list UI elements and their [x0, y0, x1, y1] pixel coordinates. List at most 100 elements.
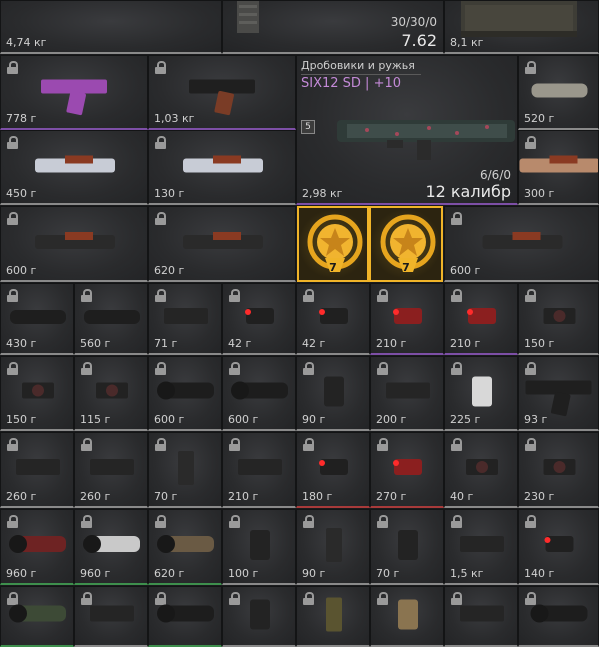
inventory-item-slot[interactable]: 130 г — [148, 130, 296, 205]
inventory-item-slot[interactable]: 430 г — [0, 283, 74, 355]
inventory-item-slot[interactable]: 90 г — [296, 356, 370, 431]
item-weight: 600 г — [450, 264, 481, 277]
item-weight: 180 г — [302, 490, 333, 503]
item-weight: 115 г — [80, 413, 111, 426]
scope-green-icon — [9, 604, 66, 623]
item-weight: 4,74 кг — [6, 36, 47, 49]
item-weight: 71 г — [154, 337, 178, 350]
inventory-item-slot[interactable]: 93 г — [518, 356, 599, 431]
inventory-item-slot[interactable] — [148, 586, 222, 647]
inventory-item-slot[interactable]: 42 г — [222, 283, 296, 355]
scope-digital-icon — [157, 604, 214, 623]
inventory-item-slot[interactable]: 560 г — [74, 283, 148, 355]
inventory-item-slot[interactable]: 71 г — [148, 283, 222, 355]
inventory-item-slot[interactable]: 960 г — [74, 509, 148, 585]
magazine-green-icon — [326, 597, 342, 632]
item-weight: 1,5 кг — [450, 567, 484, 580]
inventory-item-slot[interactable]: 1,5 кг — [444, 509, 518, 585]
inventory-item-slot[interactable]: 960 г — [0, 509, 74, 585]
inventory-item-slot[interactable] — [370, 586, 444, 647]
inventory-item-slot[interactable] — [518, 586, 599, 647]
inventory-grid: 4,74 кг 30/30/0 7.62 8,1 кг Дробовики и … — [0, 0, 599, 647]
weapon-name: SIX12 SD | +10 — [301, 76, 402, 91]
item-weight: 260 г — [80, 490, 111, 503]
mount-3-icon — [460, 605, 504, 622]
crate-icon — [461, 1, 577, 37]
foregrip-2-icon — [250, 599, 270, 630]
item-weight: 300 г — [524, 187, 555, 200]
item-weight: 600 г — [154, 413, 185, 426]
inventory-item-slot[interactable]: 260 г — [74, 432, 148, 508]
inventory-item-slot[interactable] — [296, 586, 370, 647]
inventory-item-slot[interactable]: 180 г — [296, 432, 370, 508]
inventory-item-slot[interactable] — [74, 586, 148, 647]
rank-badge[interactable]: 7 — [297, 206, 369, 282]
weapon-slot-top-right[interactable]: 8,1 кг — [444, 0, 599, 54]
rank-badge[interactable]: 7 — [369, 206, 443, 282]
item-weight: 600 г — [228, 413, 259, 426]
inventory-item-slot[interactable]: 300 г — [518, 130, 599, 205]
item-weight: 270 г — [376, 490, 407, 503]
inventory-item-slot[interactable]: 70 г — [370, 509, 444, 585]
inventory-item-slot[interactable]: 140 г — [518, 509, 599, 585]
weapon-slot-top-middle[interactable]: 30/30/0 7.62 — [222, 0, 444, 54]
inventory-item-slot[interactable] — [0, 586, 74, 647]
featured-weapon-card[interactable]: Дробовики и ружья SIX12 SD | +10 5 6/6/0… — [296, 55, 518, 205]
inventory-item-slot[interactable]: 270 г — [370, 432, 444, 508]
inventory-item-slot[interactable]: 210 г — [222, 432, 296, 508]
inventory-item-slot[interactable]: 600 г — [148, 356, 222, 431]
caliber-label: 7.62 — [401, 31, 437, 50]
item-weight: 90 г — [302, 567, 326, 580]
inventory-item-slot[interactable]: 600 г — [222, 356, 296, 431]
item-weight: 1,03 кг — [154, 112, 195, 125]
ammo-count: 30/30/0 — [390, 15, 437, 29]
item-weight: 40 г — [450, 490, 474, 503]
inventory-item-slot[interactable]: 230 г — [518, 432, 599, 508]
inventory-item-slot[interactable]: 600 г — [444, 206, 599, 282]
inventory-item-slot[interactable]: 520 г — [518, 55, 599, 130]
badge-number: 7 — [329, 261, 337, 274]
item-weight: 100 г — [228, 567, 259, 580]
item-weight: 70 г — [376, 567, 400, 580]
inventory-item-slot[interactable]: 200 г — [370, 356, 444, 431]
item-weight: 210 г — [376, 337, 407, 350]
item-weight: 225 г — [450, 413, 481, 426]
inventory-item-slot[interactable]: 90 г — [296, 509, 370, 585]
inventory-item-slot[interactable]: 40 г — [444, 432, 518, 508]
inventory-item-slot[interactable]: 210 г — [444, 283, 518, 355]
inventory-item-slot[interactable]: 778 г — [0, 55, 148, 130]
inventory-item-slot[interactable]: 1,03 кг — [148, 55, 296, 130]
item-weight: 130 г — [154, 187, 185, 200]
inventory-item-slot[interactable] — [444, 586, 518, 647]
inventory-item-slot[interactable]: 450 г — [0, 130, 148, 205]
bipod-icon — [90, 605, 134, 622]
weapon-category: Дробовики и ружья — [301, 59, 415, 72]
caliber-label: 12 калибр — [425, 182, 511, 201]
inventory-item-slot[interactable]: 620 г — [148, 206, 296, 282]
inventory-item-slot[interactable]: 150 г — [0, 356, 74, 431]
item-weight: 150 г — [524, 337, 555, 350]
inventory-item-slot[interactable]: 70 г — [148, 432, 222, 508]
item-weight: 70 г — [154, 490, 178, 503]
inventory-item-slot[interactable]: 150 г — [518, 283, 599, 355]
inventory-item-slot[interactable]: 225 г — [444, 356, 518, 431]
item-weight: 620 г — [154, 567, 185, 580]
grip-tan-icon — [398, 599, 418, 630]
scope-3-icon — [530, 604, 588, 623]
inventory-item-slot[interactable]: 42 г — [296, 283, 370, 355]
inventory-item-slot[interactable]: 100 г — [222, 509, 296, 585]
item-weight: 560 г — [80, 337, 111, 350]
item-weight: 210 г — [228, 490, 259, 503]
inventory-item-slot[interactable]: 600 г — [0, 206, 148, 282]
item-weight: 90 г — [302, 413, 326, 426]
item-weight: 210 г — [450, 337, 481, 350]
inventory-item-slot[interactable]: 115 г — [74, 356, 148, 431]
item-weight: 620 г — [154, 264, 185, 277]
weapon-slot-top-left[interactable]: 4,74 кг — [0, 0, 222, 54]
inventory-item-slot[interactable]: 210 г — [370, 283, 444, 355]
inventory-item-slot[interactable] — [222, 586, 296, 647]
item-weight: 960 г — [6, 567, 37, 580]
badge-number: 7 — [402, 261, 410, 274]
inventory-item-slot[interactable]: 620 г — [148, 509, 222, 585]
inventory-item-slot[interactable]: 260 г — [0, 432, 74, 508]
